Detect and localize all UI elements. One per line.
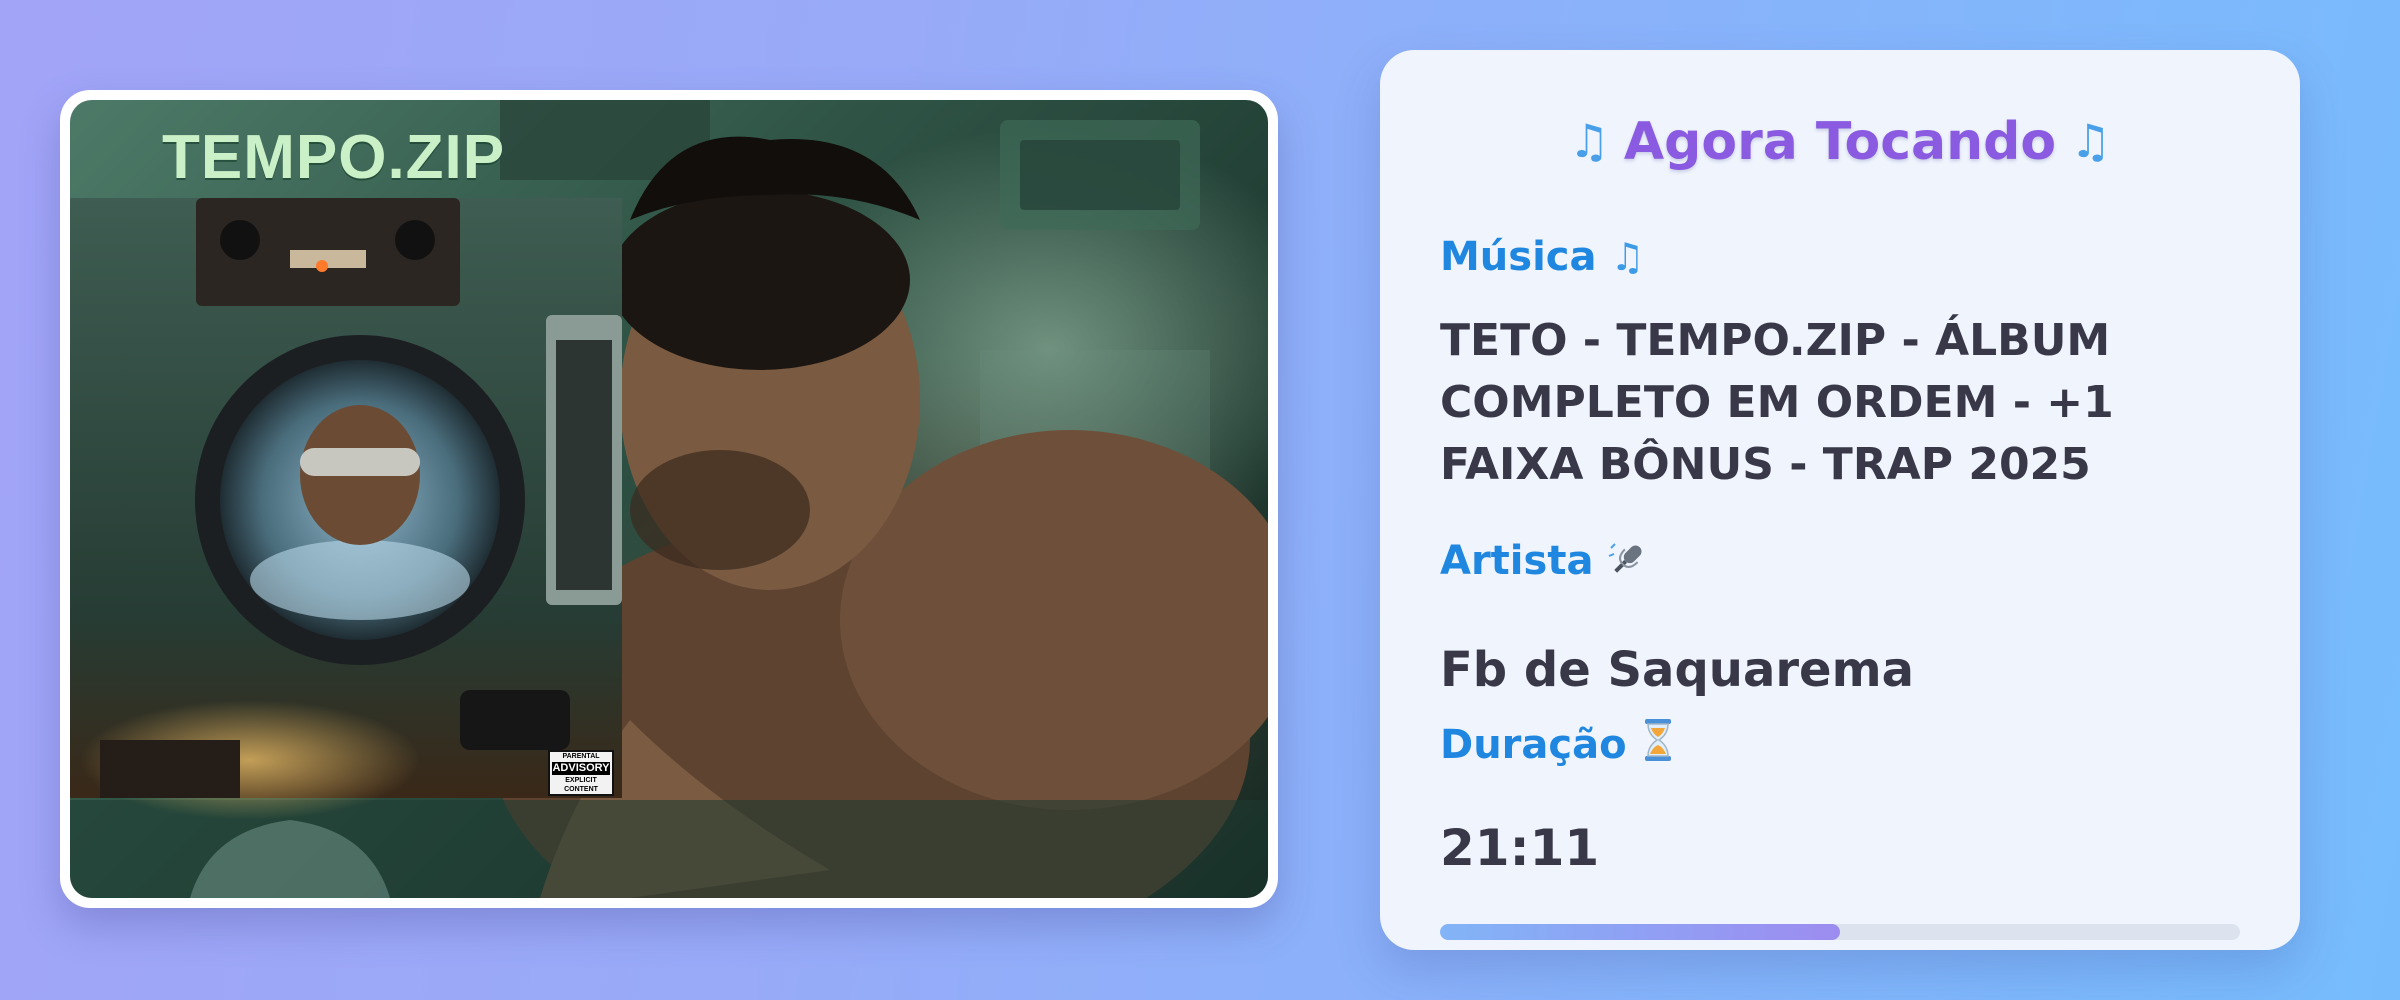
advisory-top-text: PARENTAL bbox=[562, 753, 600, 760]
video-thumbnail-card: TEMPO.ZIP PARENTAL ADVISORY EXPLICIT CON… bbox=[60, 90, 1278, 908]
advisory-bottom-text: EXPLICIT CONTENT bbox=[564, 777, 598, 793]
artist-label-text: Artista bbox=[1440, 538, 1594, 584]
song-label-text: Música bbox=[1440, 234, 1597, 280]
duration-label: Duração bbox=[1440, 718, 1673, 772]
advisory-main-text: ADVISORY bbox=[552, 762, 610, 775]
music-note-icon: ♫ bbox=[1610, 235, 1645, 279]
artist-name: Fb de Saquarema bbox=[1440, 642, 1914, 698]
duration-label-text: Duração bbox=[1440, 722, 1627, 768]
duration-time: 21:11 bbox=[1440, 819, 1600, 877]
video-thumbnail[interactable]: TEMPO.ZIP PARENTAL ADVISORY EXPLICIT CON… bbox=[70, 100, 1268, 898]
now-playing-panel: ♫ Agora Tocando ♫ Música ♫ TETO - TEMPO.ZIP… bbox=[1380, 50, 2300, 950]
artist-label: Artista bbox=[1440, 538, 1647, 584]
parental-advisory-label: PARENTAL ADVISORY EXPLICIT CONTENT bbox=[548, 750, 614, 796]
thumbnail-artwork bbox=[70, 100, 1268, 898]
progress-bar[interactable] bbox=[1440, 924, 2240, 940]
microphone-icon bbox=[1607, 539, 1647, 583]
hourglass-icon bbox=[1643, 718, 1673, 772]
panel-title-text: Agora Tocando bbox=[1623, 112, 2057, 172]
progress-fill bbox=[1440, 924, 1840, 940]
music-notes-icon: ♫ bbox=[1568, 114, 1610, 168]
album-title-text: TEMPO.ZIP bbox=[162, 123, 506, 192]
panel-title: ♫ Agora Tocando ♫ bbox=[1380, 112, 2300, 172]
music-notes-icon: ♫ bbox=[2070, 114, 2112, 168]
song-label: Música ♫ bbox=[1440, 234, 1645, 280]
song-title: TETO - TEMPO.ZIP - ÁLBUM COMPLETO EM ORD… bbox=[1440, 315, 2114, 490]
